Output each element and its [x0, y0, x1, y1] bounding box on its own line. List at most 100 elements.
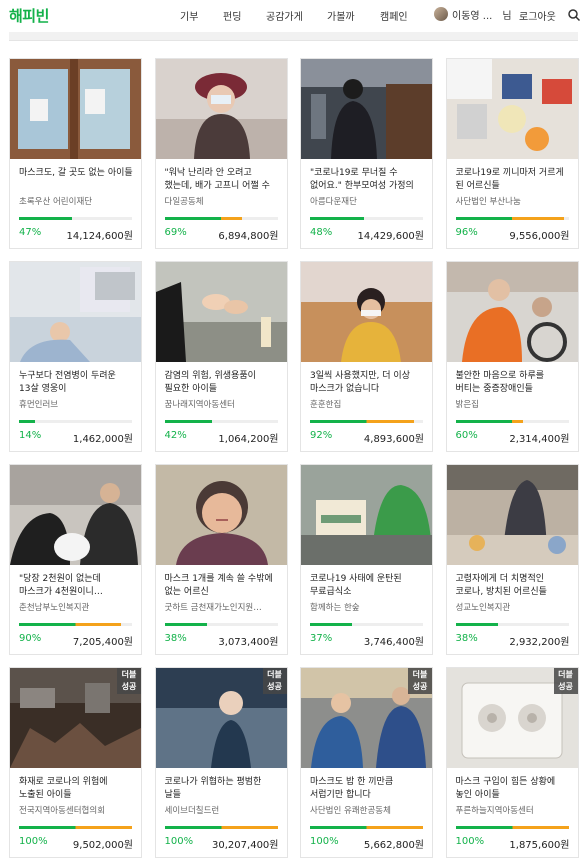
campaign-photo[interactable] [155, 465, 287, 565]
campaign-card[interactable]: 더블 성공 화재로 코로나의 위험에 노출된 아이들 전국지역아동센터협의회 100% 9… [9, 667, 142, 858]
badge-line-2: 성공 [558, 682, 573, 691]
campaign-card[interactable]: 고령자에게 더 치명적인 코로나, 방치된 어르신들 성교노인복지관 38% 2,93… [445, 464, 579, 655]
campaign-card[interactable]: 마스크 1개를 계속 쓸 수밖에 없는 어르신 굿하트 금천재가노인지원… 38% 3… [154, 464, 288, 655]
progress-bar [455, 623, 569, 626]
progress-percent: 60% [455, 430, 478, 441]
campaign-title[interactable]: 불안한 마음으로 하루를 버티는 중증장애인들 [456, 370, 572, 396]
logo[interactable]: 해피빈 [9, 5, 49, 26]
raised-amount: 5,662,800원 [363, 840, 424, 851]
campaign-title[interactable]: 고령자에게 더 치명적인 코로나, 방치된 어르신들 [456, 573, 572, 599]
campaign-card[interactable]: 감염의 위험, 위생용품이 필요한 아이들 꿈나래지역아동센터 42% 1,064,2… [154, 261, 288, 452]
progress-bar-fill [310, 217, 365, 220]
progress-percent: 100% [164, 836, 194, 847]
nav-explore[interactable]: 가볼까 [327, 8, 355, 23]
top-header: 해피빈 기부 펀딩 공감가게 가볼까 캠페인 이동영 ... 님 로그아웃 [0, 0, 587, 32]
campaign-title[interactable]: 마스크 1개를 계속 쓸 수밖에 없는 어르신 [165, 573, 281, 599]
raised-amount: 2,932,200원 [509, 637, 570, 648]
campaign-photo[interactable] [155, 59, 287, 159]
progress-percent: 100% [19, 836, 48, 847]
campaign-title[interactable]: 감염의 위험, 위생용품이 필요한 아이들 [165, 370, 281, 396]
nav-store[interactable]: 공감가게 [266, 8, 303, 23]
campaign-card[interactable]: 코로나19로 끼니마저 거르게 된 어르신들 사단법인 부산나눔 96% 9,556,… [445, 58, 579, 249]
campaign-title[interactable]: "코로나19로 무너질 수 없어요." 한부모여성 가정의 위기 [310, 167, 426, 193]
raised-amount: 9,502,000원 [72, 840, 133, 851]
progress-bar-fill [164, 623, 208, 626]
campaign-photo[interactable] [301, 59, 432, 159]
campaign-title[interactable]: "당장 2천원이 없는데 마스크가 4천원이니… [19, 573, 135, 599]
campaign-photo[interactable] [446, 465, 578, 565]
campaign-card[interactable]: 더블 성공 마스크 구입이 힘든 상황에 놓인 아이들 푸른하늘지역아동센터 100% 1… [445, 667, 579, 858]
campaign-title[interactable]: 마스크도, 갈 곳도 없는 아이들 [19, 167, 135, 193]
nav-campaign[interactable]: 캠페인 [380, 8, 408, 23]
raised-amount: 14,124,600원 [66, 231, 133, 242]
campaign-photo[interactable] [10, 59, 141, 159]
campaign-title[interactable]: 마스크 구입이 힘든 상황에 놓인 아이들 [456, 776, 572, 802]
progress-percent: 90% [19, 633, 42, 644]
badge-line-1: 더블 [267, 670, 282, 679]
campaign-photo[interactable] [301, 262, 432, 362]
campaign-card[interactable]: "워낙 난리라 안 오려고 했는데, 배가 고프니 어쩔 수 있… 다일공동체 69… [154, 58, 288, 249]
campaign-organization: 함께하는 한숲 [310, 603, 360, 613]
badge-line-2: 성공 [267, 682, 282, 691]
logout-link[interactable]: 로그아웃 [519, 8, 556, 23]
campaign-card[interactable]: "코로나19로 무너질 수 없어요." 한부모여성 가정의 위기아름다운재단 48… [300, 58, 433, 249]
raised-amount: 4,893,600원 [363, 434, 424, 445]
user-menu[interactable]: 이동영 ... 님 [434, 6, 512, 22]
campaign-title[interactable]: 코로나가 위협하는 평범한 날들 [165, 776, 281, 802]
campaign-card[interactable]: 더블 성공 마스크도 밥 한 끼만큼 서럽기만 합니다 사단법인 유쾌한공동체 100%… [300, 667, 433, 858]
campaign-photo[interactable] [155, 262, 287, 362]
progress-bar [310, 623, 423, 626]
progress-bar [164, 623, 278, 626]
progress-bar [164, 217, 278, 220]
campaign-photo[interactable] [446, 262, 578, 362]
campaign-organization: 푸른하늘지역아동센터 [455, 806, 534, 816]
progress-percent: 42% [164, 430, 187, 441]
campaign-card[interactable]: 코로나19 사태에 운탄된 무료급식소 함께하는 한숲 37% 3,746,400원 [300, 464, 433, 655]
campaign-organization: 사단법인 부산나눔 [455, 197, 521, 207]
campaign-card[interactable]: "당장 2천원이 없는데 마스크가 4천원이니… 춘천남부노인복지관 90% 7,20… [9, 464, 142, 655]
campaign-photo[interactable] [10, 465, 141, 565]
campaign-photo[interactable] [446, 59, 578, 159]
progress-bar [19, 826, 132, 829]
search-icon[interactable] [567, 8, 581, 22]
campaign-card[interactable]: 누구보다 전염병이 두려운 13살 영웅이 휴먼인러브 14% 1,462,000원 [9, 261, 142, 452]
double-success-badge: 더블성공 [262, 668, 287, 694]
campaign-title[interactable]: 3일씩 사용했지만, 더 이상 마스크가 없습니다 [310, 370, 426, 396]
campaign-card[interactable]: 3일씩 사용했지만, 더 이상 마스크가 없습니다 훈훈한집 92% 4,893,60… [300, 261, 433, 452]
raised-amount: 1,462,000원 [72, 434, 133, 445]
campaign-title[interactable]: 누구보다 전염병이 두려운 13살 영웅이 [19, 370, 135, 396]
double-success-badge: 더블성공 [553, 668, 578, 694]
campaign-photo[interactable] [301, 465, 432, 565]
campaign-photo[interactable] [10, 262, 141, 362]
progress-bar [310, 420, 423, 423]
progress-percent: 38% [455, 633, 478, 644]
progress-bar-fill [164, 826, 278, 829]
campaign-title[interactable]: "워낙 난리라 안 오려고 했는데, 배가 고프니 어쩔 수 있… [165, 167, 281, 193]
raised-amount: 7,205,400원 [72, 637, 133, 648]
campaign-title[interactable]: 화재로 코로나의 위험에 노출된 아이들 [19, 776, 135, 802]
raised-amount: 6,894,800원 [218, 231, 279, 242]
progress-bar-fill [164, 217, 243, 220]
campaign-card[interactable]: 마스크도, 갈 곳도 없는 아이들 초록우산 어린이재단 47% 14,124,600… [9, 58, 142, 249]
raised-amount: 30,207,400원 [212, 840, 279, 851]
progress-bar-fill [19, 420, 35, 423]
progress-bar-fill [455, 623, 499, 626]
campaign-title[interactable]: 코로나19 사태에 운탄된 무료급식소 [310, 573, 426, 599]
progress-percent: 100% [310, 836, 339, 847]
badge-line-2: 성공 [121, 682, 137, 691]
progress-percent: 92% [310, 430, 333, 441]
campaign-title[interactable]: 마스크도 밥 한 끼만큼 서럽기만 합니다 [310, 776, 426, 802]
campaign-card[interactable]: 더블 성공 코로나가 위협하는 평범한 날들 세이브더칠드런 100% 30,207,40… [154, 667, 288, 858]
campaign-organization: 춘천남부노인복지관 [19, 603, 90, 613]
progress-bar-fill [19, 623, 121, 626]
progress-bar-fill [164, 420, 212, 423]
user-suffix: 님 [502, 10, 512, 22]
progress-percent: 96% [455, 227, 478, 238]
progress-bar-fill [455, 826, 569, 829]
nav-funding[interactable]: 펀딩 [223, 8, 241, 23]
badge-line-1: 더블 [558, 670, 573, 679]
campaign-card[interactable]: 불안한 마음으로 하루를 버티는 중증장애인들 밝은집 60% 2,314,400원 [445, 261, 579, 452]
campaign-organization: 굿하트 금천재가노인지원… [164, 603, 262, 613]
campaign-title[interactable]: 코로나19로 끼니마저 거르게 된 어르신들 [456, 167, 572, 193]
nav-donate[interactable]: 기부 [180, 8, 198, 23]
